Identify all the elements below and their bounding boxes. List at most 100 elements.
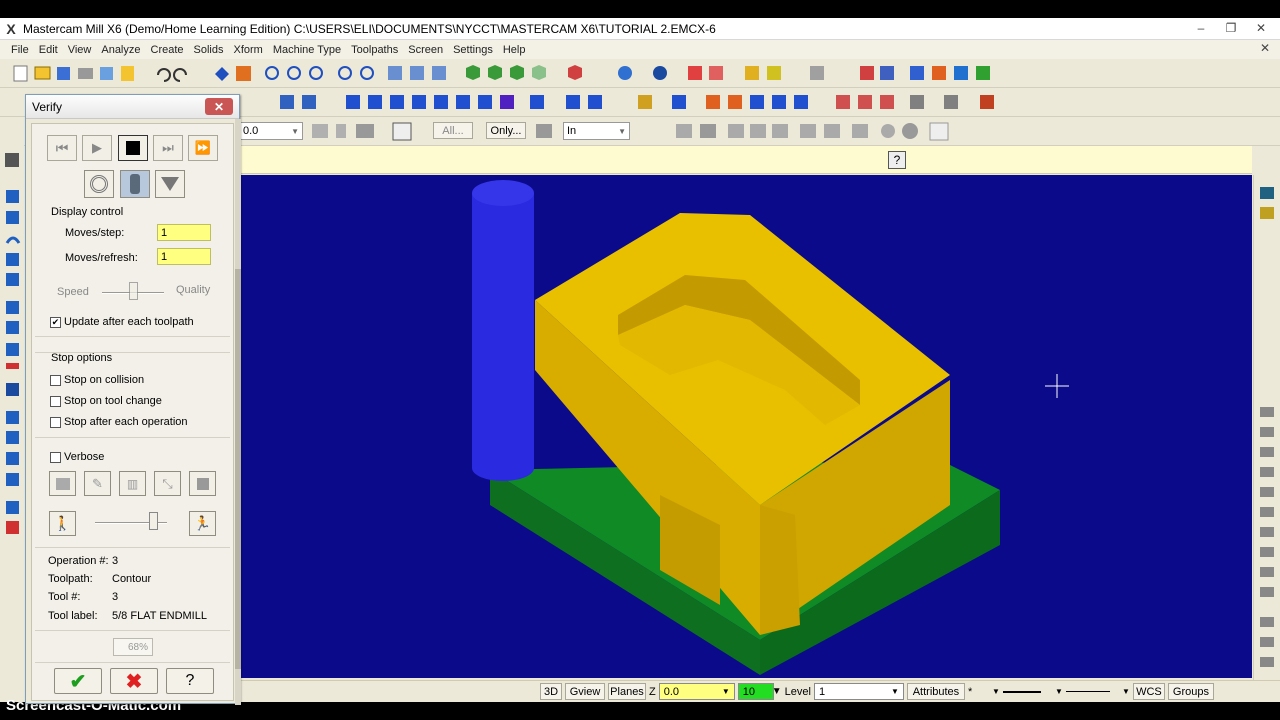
only-button[interactable]: Only... [486, 122, 526, 139]
bottom-black-strip [0, 702, 1280, 720]
wcs-button[interactable]: WCS [1132, 683, 1165, 700]
verbose-label: Verbose [64, 451, 105, 463]
verify-dialog: Verify ✕ ⏮ ▶ ⏭ ⏩ Display control Moves/s… [25, 94, 241, 705]
scrollbar-thumb[interactable] [235, 269, 241, 669]
help-icon[interactable]: ? [888, 151, 906, 169]
stock-icon [55, 477, 70, 490]
groups-button[interactable]: Groups [1167, 683, 1214, 700]
stop-on-collision-checkbox[interactable] [50, 375, 61, 386]
target-icon [90, 175, 108, 193]
chevron-down-icon: ▼ [992, 687, 1000, 696]
display-mode-button-1[interactable] [84, 170, 114, 198]
step-forward-button[interactable]: ⏭ [153, 135, 183, 161]
main-toolbar-icons[interactable] [0, 59, 1280, 88]
tool-label-value: 5/8 FLAT ENDMILL [112, 610, 207, 622]
attributes-button[interactable]: Attributes [906, 683, 965, 700]
slow-button[interactable]: 🚶 [49, 511, 76, 536]
stock-notch-side [760, 505, 800, 635]
point-style-select[interactable]: * ▼ [968, 683, 1000, 700]
line-width-select[interactable]: ▼ [1065, 683, 1130, 700]
ok-button[interactable]: ✔ [54, 668, 102, 694]
menu-toolpaths[interactable]: Toolpaths [346, 44, 403, 56]
moves-step-input[interactable]: 1 [157, 224, 211, 241]
verify-title: Verify [32, 99, 63, 114]
level-field[interactable]: 1 ▼ [813, 683, 904, 700]
right-toolbar-icons[interactable] [1254, 175, 1280, 680]
z-depth-field[interactable]: 0.0 ▼ [658, 683, 735, 700]
separator [35, 547, 230, 548]
close-window-button[interactable]: ✕ [1248, 20, 1274, 36]
moves-refresh-label: Moves/refresh: [65, 252, 138, 264]
verify-close-button[interactable]: ✕ [205, 98, 233, 115]
help-button[interactable]: ? [166, 668, 214, 694]
color-field[interactable]: 10 [737, 683, 774, 700]
play-button[interactable]: ▶ [82, 135, 112, 161]
tool-number-value: 3 [112, 591, 119, 603]
verbose-checkbox[interactable] [50, 452, 61, 463]
question-mark-icon: ? [185, 672, 195, 689]
planes-button[interactable]: Planes [608, 683, 646, 700]
rewind-button[interactable]: ⏮ [47, 135, 77, 161]
measure-button[interactable]: ⤡ [154, 471, 181, 496]
save-stl-button[interactable] [189, 471, 216, 496]
progress-percent: 68% [113, 638, 153, 656]
tool-button[interactable]: ✎ [84, 471, 111, 496]
stop-options-label: Stop options [51, 352, 113, 364]
bar-chart-icon: ▥ [126, 476, 139, 491]
menu-edit[interactable]: Edit [34, 44, 63, 56]
status-bar: 3D Gview Planes Z 0.0 ▼ 10 ▼ Level 1 ▼ A… [240, 680, 1280, 702]
chart-button[interactable]: ▥ [119, 471, 146, 496]
cancel-button[interactable]: ✖ [110, 668, 158, 694]
title-bar: X Mastercam Mill X6 (Demo/Home Learning … [0, 18, 1280, 40]
menu-analyze[interactable]: Analyze [96, 44, 145, 56]
window-controls: – ❐ ✕ [1188, 20, 1274, 36]
measure-icon: ⤡ [162, 475, 173, 491]
chevron-down-icon[interactable]: ▼ [772, 686, 782, 697]
save-icon [196, 477, 209, 490]
fast-forward-button[interactable]: ⏩ [188, 135, 218, 161]
tool-body [472, 193, 534, 468]
line-style-select[interactable]: ▼ [1002, 683, 1063, 700]
menu-close-icon[interactable]: ✕ [1260, 41, 1270, 55]
checkmark-icon: ✔ [69, 670, 87, 693]
menu-file[interactable]: File [6, 44, 34, 56]
graphics-prompt-bar: ? [240, 146, 1252, 174]
speed-quality-slider-thumb[interactable] [129, 282, 138, 300]
units-select[interactable]: In ▼ [563, 122, 630, 140]
graphics-viewport[interactable] [240, 175, 1252, 678]
separator [35, 662, 230, 663]
menu-machine-type[interactable]: Machine Type [268, 44, 346, 56]
menu-screen[interactable]: Screen [403, 44, 448, 56]
moves-refresh-input[interactable]: 1 [157, 248, 211, 265]
stop-on-tool-change-checkbox[interactable] [50, 396, 61, 407]
chevron-down-icon: ▼ [1055, 687, 1063, 696]
line-width-icon [1065, 691, 1110, 692]
display-mode-button-3[interactable] [155, 170, 185, 198]
stop-after-each-operation-checkbox[interactable] [50, 417, 61, 428]
menu-settings[interactable]: Settings [448, 44, 498, 56]
operation-number-label: Operation #: [48, 555, 109, 567]
menu-view[interactable]: View [63, 44, 97, 56]
menu-xform[interactable]: Xform [229, 44, 268, 56]
stock-button[interactable] [49, 471, 76, 496]
update-after-toolpath-checkbox[interactable]: ✔ [50, 317, 61, 328]
fast-button[interactable]: 🏃 [189, 511, 216, 536]
all-button[interactable]: All... [433, 122, 473, 139]
display-mode-button-2[interactable] [120, 170, 150, 198]
stop-button[interactable] [118, 135, 148, 161]
chevron-down-icon: ▼ [1122, 687, 1130, 696]
restore-button[interactable]: ❐ [1218, 20, 1244, 36]
menu-help[interactable]: Help [498, 44, 531, 56]
verify-scrollbar[interactable] [235, 119, 241, 705]
play-icon: ▶ [92, 140, 102, 155]
simulation-speed-slider-thumb[interactable] [149, 512, 158, 530]
level-label: Level [784, 685, 811, 698]
menu-solids[interactable]: Solids [189, 44, 229, 56]
separator [35, 437, 230, 438]
operation-number-value: 3 [112, 555, 119, 567]
menu-create[interactable]: Create [146, 44, 189, 56]
left-toolbar-icons[interactable] [0, 145, 24, 680]
gview-button[interactable]: Gview [565, 683, 605, 700]
3d-button[interactable]: 3D [540, 683, 562, 700]
minimize-button[interactable]: – [1188, 20, 1214, 36]
